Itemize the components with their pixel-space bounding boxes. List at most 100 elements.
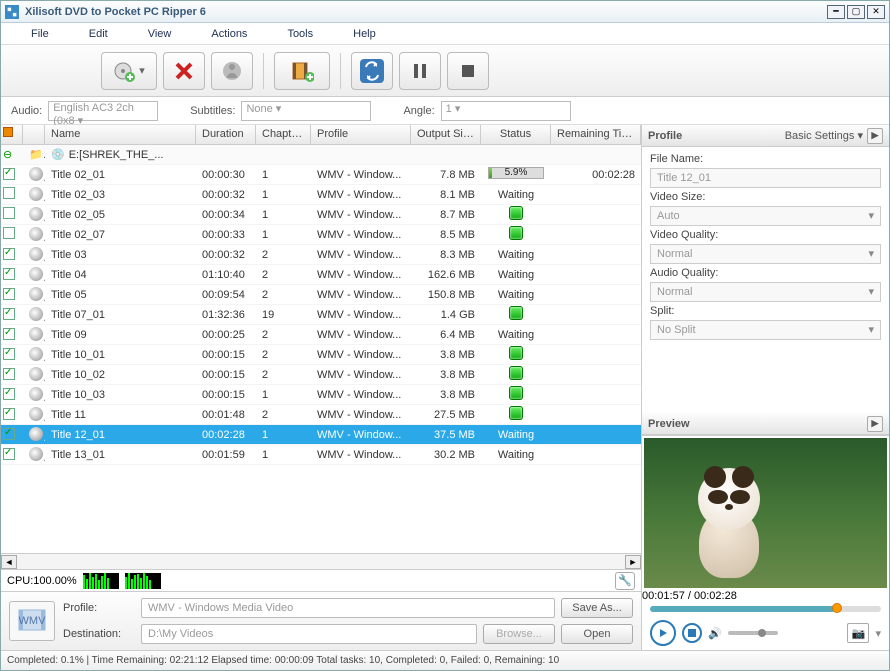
maximize-button[interactable]: ▢ [847,5,865,19]
row-checkbox[interactable] [3,268,15,280]
horizontal-scrollbar[interactable]: ◄ ► [1,553,641,569]
row-checkbox[interactable] [3,368,15,380]
volume-icon[interactable]: 🔊 [708,627,722,640]
stop-preview-button[interactable] [682,623,702,643]
col-name[interactable]: Name [45,125,196,144]
menu-view[interactable]: View [128,25,192,43]
row-checkbox[interactable] [3,388,15,400]
table-row[interactable]: Title 10_0200:00:152WMV - Window...3.8 M… [1,365,641,385]
col-chapters[interactable]: Chapters [256,125,311,144]
row-checkbox[interactable] [3,187,15,199]
table-row[interactable]: Title 0900:00:252WMV - Window...6.4 MBWa… [1,325,641,345]
col-duration[interactable]: Duration [196,125,256,144]
table-row[interactable]: Title 13_0100:01:591WMV - Window...30.2 … [1,445,641,465]
row-checkbox[interactable] [3,308,15,320]
table-row[interactable]: Title 07_0101:32:3619WMV - Window...1.4 … [1,305,641,325]
menu-edit[interactable]: Edit [69,25,128,43]
disc-icon [29,347,43,361]
stop-button[interactable] [447,52,489,90]
pause-button[interactable] [399,52,441,90]
status-ready-icon [509,346,523,360]
preview-expand-button[interactable]: ▶ [867,416,883,432]
add-disc-button[interactable]: ▾ [101,52,157,90]
convert-button[interactable] [274,52,330,90]
preview-time: 00:01:57 / 00:02:28 [642,590,889,602]
root-row[interactable]: ⊖ 📁 💿E:[SHREK_THE_... [1,145,641,165]
table-row[interactable]: Title 0401:10:402WMV - Window...162.6 MB… [1,265,641,285]
disc-icon [29,447,43,461]
row-checkbox[interactable] [3,227,15,239]
table-row[interactable]: Title 1100:01:482WMV - Window...27.5 MB [1,405,641,425]
row-checkbox[interactable] [3,168,15,180]
expand-right-button[interactable]: ▶ [867,128,883,144]
info-button[interactable] [211,52,253,90]
videoquality-select[interactable]: Normal▾ [650,244,881,264]
snapshot-button[interactable]: 📷 [847,623,869,643]
basic-settings-dropdown[interactable]: Basic Settings ▾ [785,129,863,142]
browse-button[interactable]: Browse... [483,624,555,644]
menu-actions[interactable]: Actions [191,25,267,43]
bottom-panel: WMV Profile: WMV - Windows Media Video S… [1,591,641,650]
profile-label: Profile: [63,602,135,614]
close-button[interactable]: ✕ [867,5,885,19]
disc-icon [29,367,43,381]
remove-button[interactable] [163,52,205,90]
table-row[interactable]: Title 02_0700:00:331WMV - Window...8.5 M… [1,225,641,245]
menu-tools[interactable]: Tools [267,25,333,43]
preview-video[interactable] [644,438,887,588]
row-checkbox[interactable] [3,348,15,360]
videosize-select[interactable]: Auto▾ [650,206,881,226]
row-checkbox[interactable] [3,428,15,440]
preview-panel-header: Preview ▶ [642,413,889,435]
minimize-button[interactable]: ━ [827,5,845,19]
disc-icon [29,167,43,181]
row-checkbox[interactable] [3,288,15,300]
row-checkbox[interactable] [3,207,15,219]
row-checkbox[interactable] [3,448,15,460]
row-checkbox[interactable] [3,248,15,260]
table-row[interactable]: Title 0500:09:542WMV - Window...150.8 MB… [1,285,641,305]
angle-select[interactable]: 1 ▾ [441,101,571,121]
destination-input[interactable]: D:\My Videos [141,624,477,644]
seek-slider[interactable] [650,606,881,612]
table-row[interactable]: Title 02_0100:00:301WMV - Window...7.8 M… [1,165,641,185]
open-button[interactable]: Open [561,624,633,644]
scroll-left-button[interactable]: ◄ [1,555,17,569]
col-remaining[interactable]: Remaining Time [551,125,641,144]
table-row[interactable]: Title 12_0100:02:281WMV - Window...37.5 … [1,425,641,445]
filename-input[interactable]: Title 12_01 [650,168,881,188]
disc-icon [29,427,43,441]
disc-icon [29,247,43,261]
disc-icon [29,327,43,341]
table-row[interactable]: Title 02_0500:00:341WMV - Window...8.7 M… [1,205,641,225]
status-ready-icon [509,206,523,220]
split-select[interactable]: No Split▾ [650,320,881,340]
start-button[interactable] [351,52,393,90]
table-row[interactable]: Title 10_0100:00:152WMV - Window...3.8 M… [1,345,641,365]
disc-icon [29,267,43,281]
scroll-right-button[interactable]: ► [625,555,641,569]
menu-help[interactable]: Help [333,25,396,43]
grid-body[interactable]: ⊖ 📁 💿E:[SHREK_THE_... Title 02_0100:00:3… [1,145,641,553]
save-as-button[interactable]: Save As... [561,598,633,618]
menubar: File Edit View Actions Tools Help [1,23,889,45]
menu-file[interactable]: File [11,25,69,43]
snapshot-menu[interactable]: ▾ [875,627,881,640]
row-checkbox[interactable] [3,328,15,340]
app-title: Xilisoft DVD to Pocket PC Ripper 6 [25,6,825,18]
table-row[interactable]: Title 10_0300:00:151WMV - Window...3.8 M… [1,385,641,405]
subtitles-select[interactable]: None ▾ [241,101,371,121]
play-button[interactable] [650,620,676,646]
audioquality-select[interactable]: Normal▾ [650,282,881,302]
table-row[interactable]: Title 0300:00:322WMV - Window...8.3 MBWa… [1,245,641,265]
volume-slider[interactable] [728,631,778,635]
profile-select[interactable]: WMV - Windows Media Video [141,598,555,618]
col-status[interactable]: Status [481,125,551,144]
app-logo-icon [5,5,19,19]
col-output[interactable]: Output Size [411,125,481,144]
audio-select[interactable]: English AC3 2ch (0x8 ▾ [48,101,158,121]
settings-icon-button[interactable]: 🔧 [615,572,635,590]
row-checkbox[interactable] [3,408,15,420]
table-row[interactable]: Title 02_0300:00:321WMV - Window...8.1 M… [1,185,641,205]
col-profile[interactable]: Profile [311,125,411,144]
